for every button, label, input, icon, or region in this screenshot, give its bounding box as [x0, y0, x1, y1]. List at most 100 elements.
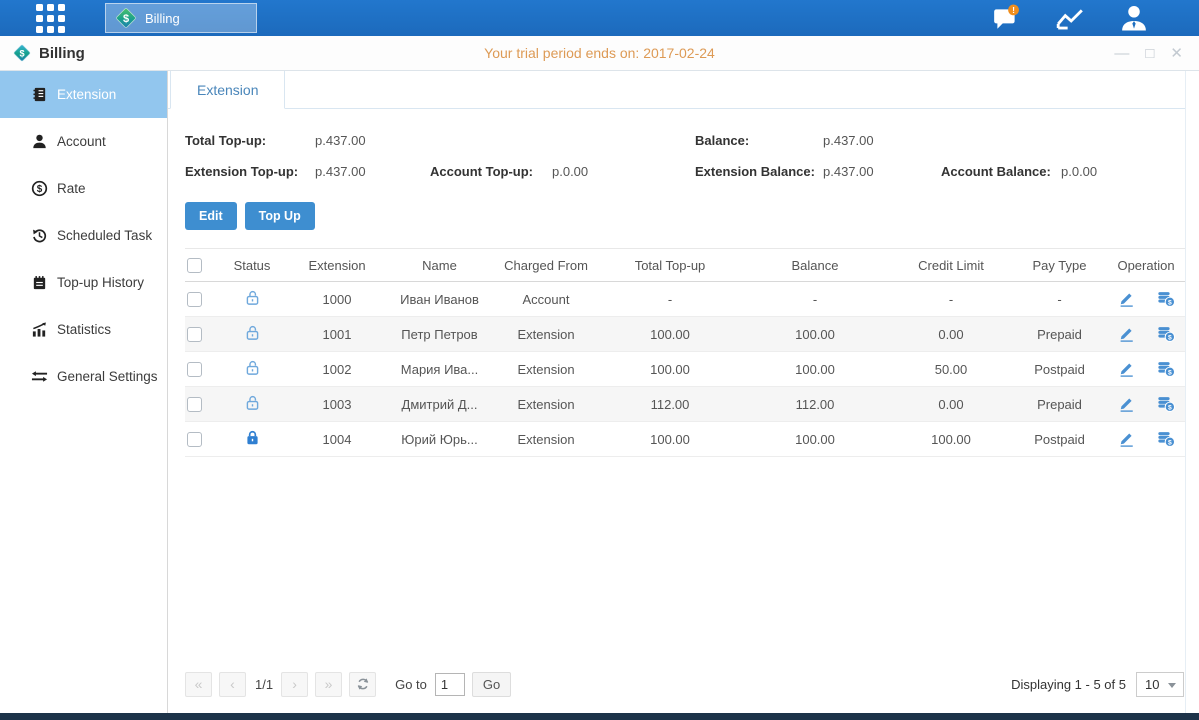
cell-extension: 1000: [287, 282, 387, 317]
cell-balance: 100.00: [740, 317, 890, 352]
cell-extension: 1002: [287, 352, 387, 387]
status-unlocked-icon[interactable]: [244, 359, 261, 379]
app-window: $ Billing !: [0, 0, 1199, 720]
col-credit-limit: Credit Limit: [890, 249, 1012, 282]
svg-text:$: $: [123, 13, 129, 25]
bar-chart-icon: [30, 321, 48, 339]
apps-grid-icon[interactable]: [36, 4, 65, 33]
edit-pencil-icon[interactable]: [1117, 359, 1135, 380]
window-title: Billing: [39, 45, 85, 62]
cell-pay-type: -: [1012, 282, 1107, 317]
sidebar-item-rate[interactable]: $ Rate: [0, 165, 167, 212]
prev-page-button[interactable]: ‹: [219, 672, 246, 697]
sidebar-item-topup-history[interactable]: Top-up History: [0, 259, 167, 306]
col-status: Status: [217, 249, 287, 282]
last-page-button[interactable]: »: [315, 672, 342, 697]
extension-topup-value: p.437.00: [315, 156, 430, 187]
messages-icon[interactable]: !: [989, 5, 1023, 31]
balance-summary: Total Top-up: p.437.00 Balance: p.437.00…: [168, 109, 1185, 187]
extension-balance-value: p.437.00: [823, 156, 941, 187]
next-page-button[interactable]: ›: [281, 672, 308, 697]
svg-text:$: $: [19, 48, 24, 58]
page-indicator: 1/1: [255, 677, 273, 692]
taskbar-app-tab-billing[interactable]: $ Billing: [105, 3, 257, 33]
topup-coins-icon[interactable]: $: [1157, 324, 1175, 345]
sidebar-item-label: General Settings: [57, 369, 158, 384]
table-header-row: Status Extension Name Charged From Total…: [185, 249, 1185, 282]
sidebar-item-account[interactable]: Account: [0, 118, 167, 165]
main-content: Extension Total Top-up: p.437.00 Balance…: [168, 71, 1186, 713]
tab-extension[interactable]: Extension: [170, 71, 285, 109]
row-checkbox[interactable]: [187, 327, 202, 342]
sidebar-item-extension[interactable]: Extension: [0, 71, 167, 118]
table-row: 1002 Мария Ива... Extension 100.00 100.0…: [185, 352, 1185, 387]
status-locked-icon[interactable]: [244, 429, 261, 449]
row-checkbox[interactable]: [187, 362, 202, 377]
notepad-icon: [30, 274, 48, 292]
sidebar-item-scheduled-task[interactable]: Scheduled Task: [0, 212, 167, 259]
topup-coins-icon[interactable]: $: [1157, 429, 1175, 450]
first-page-button[interactable]: «: [185, 672, 212, 697]
col-charged-from: Charged From: [492, 249, 600, 282]
sidebar: Extension Account $ Rate Scheduled Task: [0, 71, 168, 713]
refresh-button[interactable]: [349, 672, 376, 697]
cell-charged-from: Extension: [492, 387, 600, 422]
svg-text:!: !: [1012, 5, 1015, 15]
topup-coins-icon[interactable]: $: [1157, 394, 1175, 415]
row-checkbox[interactable]: [187, 397, 202, 412]
edit-pencil-icon[interactable]: [1117, 324, 1135, 345]
cell-pay-type: Prepaid: [1012, 387, 1107, 422]
minimize-icon[interactable]: —: [1114, 46, 1129, 61]
cell-credit-limit: 50.00: [890, 352, 1012, 387]
dropdown-arrow-icon: [1168, 683, 1176, 688]
table-row: 1003 Дмитрий Д... Extension 112.00 112.0…: [185, 387, 1185, 422]
page-size-select[interactable]: 10: [1136, 672, 1184, 697]
topup-coins-icon[interactable]: $: [1157, 359, 1175, 380]
select-all-checkbox[interactable]: [187, 258, 202, 273]
cell-balance: 100.00: [740, 422, 890, 457]
page-size-value: 10: [1145, 677, 1159, 692]
svg-text:$: $: [1168, 369, 1172, 376]
line-chart-icon[interactable]: [1053, 5, 1087, 31]
close-icon[interactable]: ✕: [1170, 46, 1183, 61]
sidebar-item-label: Scheduled Task: [57, 228, 152, 243]
row-checkbox[interactable]: [187, 292, 202, 307]
topup-coins-icon[interactable]: $: [1157, 289, 1175, 310]
account-balance-value: p.0.00: [1061, 156, 1097, 187]
status-unlocked-icon[interactable]: [244, 289, 261, 309]
edit-pencil-icon[interactable]: [1117, 429, 1135, 450]
cell-credit-limit: 100.00: [890, 422, 1012, 457]
goto-label: Go to: [395, 677, 427, 692]
cell-total-topup: -: [600, 282, 740, 317]
table-row: 1000 Иван Иванов Account - - - - $: [185, 282, 1185, 317]
maximize-icon[interactable]: □: [1145, 46, 1154, 61]
status-unlocked-icon[interactable]: [244, 394, 261, 414]
displaying-text: Displaying 1 - 5 of 5: [1011, 677, 1126, 692]
billing-diamond-icon: $: [114, 6, 138, 30]
ledger-icon: [30, 86, 48, 104]
edit-button[interactable]: Edit: [185, 202, 237, 230]
pagination-bar: « ‹ 1/1 › » Go to Go Displaying: [168, 663, 1185, 713]
sidebar-item-statistics[interactable]: Statistics: [0, 306, 167, 353]
row-checkbox[interactable]: [187, 432, 202, 447]
desktop-taskbar-edge: [0, 713, 1199, 720]
dollar-circle-icon: $: [30, 180, 48, 198]
sidebar-item-label: Extension: [57, 87, 116, 102]
col-extension: Extension: [287, 249, 387, 282]
svg-text:$: $: [1168, 334, 1172, 341]
balance-label: Balance:: [695, 125, 823, 156]
go-button[interactable]: Go: [472, 672, 511, 697]
status-unlocked-icon[interactable]: [244, 324, 261, 344]
user-icon[interactable]: [1117, 5, 1151, 31]
sidebar-item-general-settings[interactable]: General Settings: [0, 353, 167, 400]
col-total-topup: Total Top-up: [600, 249, 740, 282]
edit-pencil-icon[interactable]: [1117, 289, 1135, 310]
extensions-table: Status Extension Name Charged From Total…: [185, 248, 1185, 457]
top-up-button[interactable]: Top Up: [245, 202, 315, 230]
cell-credit-limit: 0.00: [890, 317, 1012, 352]
edit-pencil-icon[interactable]: [1117, 394, 1135, 415]
table-row: 1004 Юрий Юрь... Extension 100.00 100.00…: [185, 422, 1185, 457]
sidebar-item-label: Account: [57, 134, 106, 149]
cell-balance: 100.00: [740, 352, 890, 387]
goto-page-input[interactable]: [435, 673, 465, 696]
